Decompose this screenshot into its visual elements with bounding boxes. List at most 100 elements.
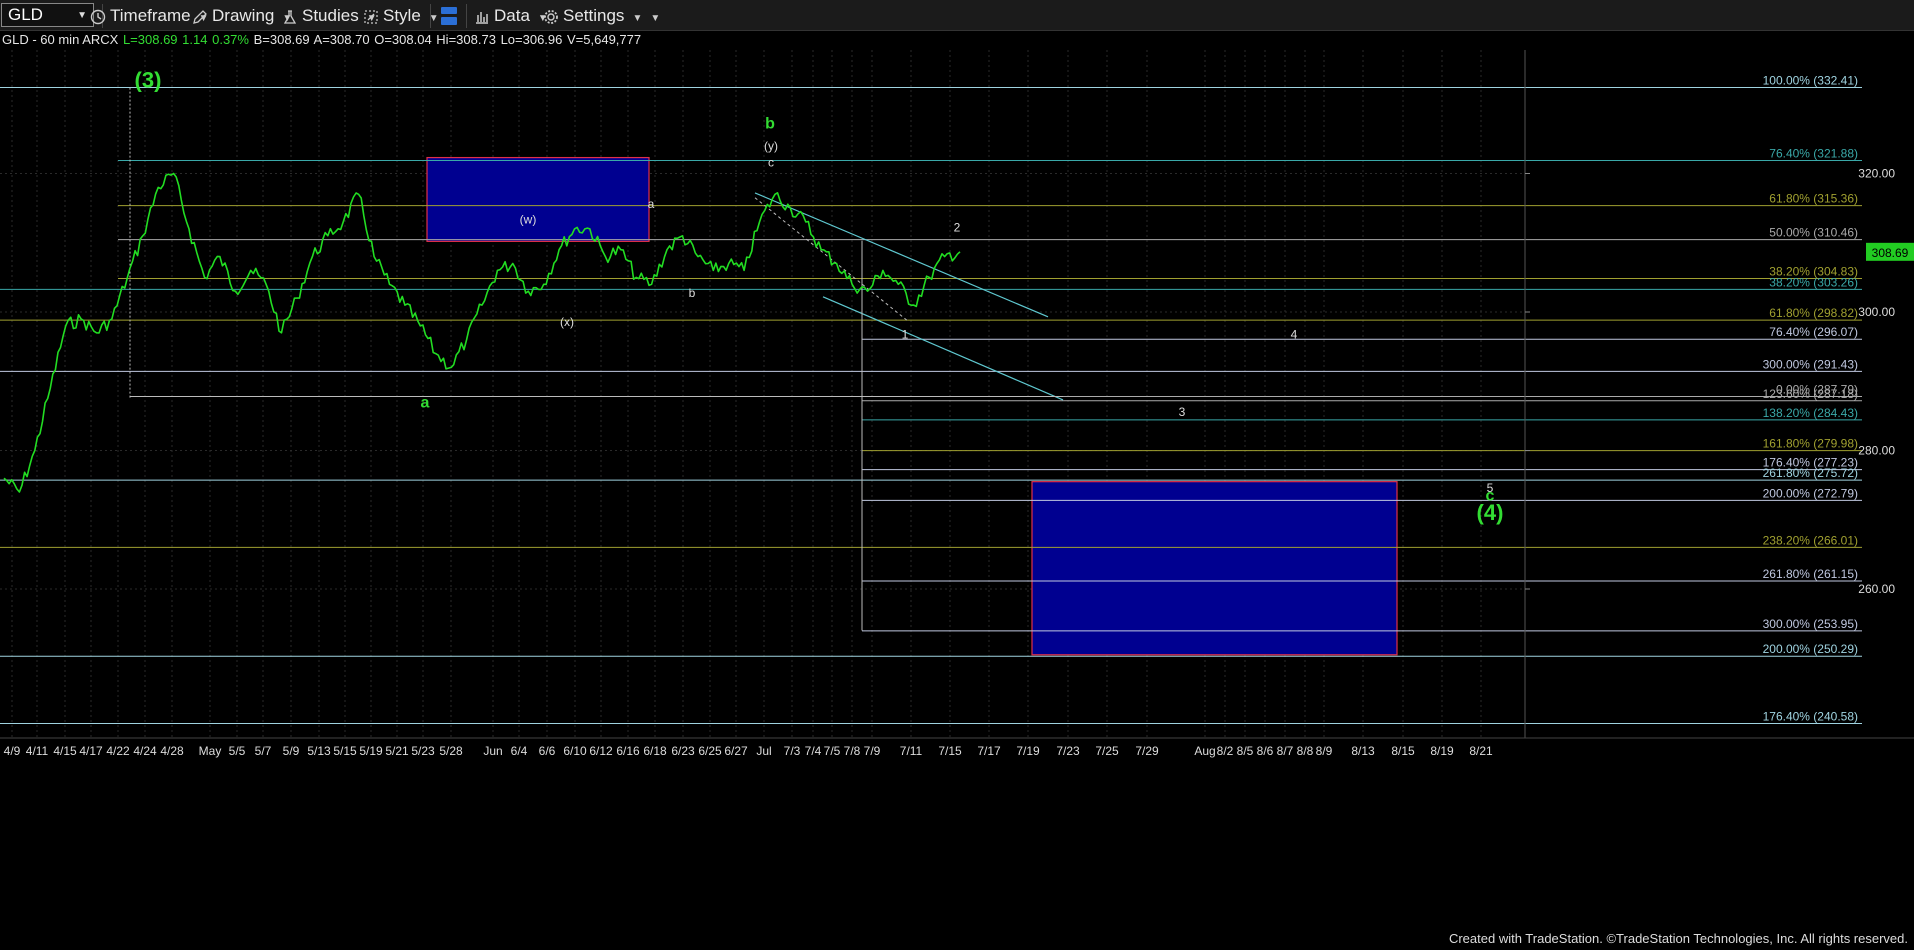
fib-level-label: 176.40% (240.58) [1763,709,1858,723]
x-tick-label: 5/23 [411,744,435,758]
bar-chart-icon [476,11,488,24]
wave-label: b [689,286,696,300]
wave-label: a [648,197,655,211]
x-tick-label: 8/8 [1297,744,1314,758]
open-price: O=308.04 [374,32,432,47]
fib-level-label: 61.80% (298.82) [1769,306,1858,320]
fib-level-label: 38.20% (303.26) [1769,275,1858,289]
y-tick-label: 300.00 [1858,305,1895,319]
volume: V=5,649,777 [567,32,642,47]
wave-label: (w) [520,212,537,226]
fib-level-label: 200.00% (272.79) [1763,486,1858,500]
x-tick-label: 7/25 [1095,744,1119,758]
x-tick-label: 7/15 [938,744,962,758]
y-tick-label: 260.00 [1858,582,1895,596]
wave-label: b [765,115,775,132]
symbol-text: GLD [8,5,43,24]
x-tick-label: 4/17 [79,744,103,758]
settings-label: Settings [563,6,625,25]
low-price: Lo=306.96 [500,32,563,47]
x-tick-label: 8/6 [1257,744,1274,758]
target-zone-box [1031,481,1398,656]
x-tick-label: 8/2 [1217,744,1234,758]
y-tick-label: 320.00 [1858,167,1895,181]
x-tick-label: 7/4 [805,744,822,758]
chevron-down-icon: ▼ [632,13,643,24]
x-tick-label: May [199,744,222,758]
toolbar-divider [466,4,467,28]
fib-level-label: 300.00% (291.43) [1763,357,1858,371]
wave-label: 3 [1179,405,1186,419]
toolbar: GLD ▼ Timeframe ▼ Drawing ▼ Studies ▼ Style… [0,0,1914,31]
studies-label: Studies [302,6,359,25]
bid-price: B=308.69 [253,32,310,47]
wave-label: (x) [560,315,574,329]
x-tick-label: 7/17 [977,744,1001,758]
x-tick-label: 7/29 [1135,744,1159,758]
x-axis: 4/9 4/11 4/15 4/17 4/22 4/24 4/28 May 5/5 5/7 5/9 5… [0,737,1914,758]
x-tick-label: 6/25 [698,744,722,758]
data-label: Data [494,6,530,25]
x-tick-label: 4/28 [160,744,184,758]
x-tick-label: 8/9 [1316,744,1333,758]
chevron-down-icon: ▼ [650,13,661,24]
x-tick-label: 6/23 [671,744,695,758]
fib-level-label: 261.80% (261.15) [1763,567,1858,581]
wave-label: c [768,156,774,170]
channel-upper-line [754,192,1049,318]
copyright-note: Created with TradeStation. ©TradeStation… [1448,931,1908,946]
x-tick-label: 7/3 [784,744,801,758]
fib-level-label: 238.20% (266.01) [1763,533,1858,547]
style-label: Style [383,6,421,25]
x-tick-label: 6/12 [589,744,613,758]
x-tick-label: 6/10 [563,744,587,758]
x-tick-label: 4/22 [106,744,130,758]
x-tick-label: 8/21 [1469,744,1493,758]
x-tick-label: 7/19 [1016,744,1040,758]
x-tick-label: 4/15 [53,744,77,758]
x-tick-label: 7/11 [900,744,923,758]
x-tick-label: 5/5 [229,744,246,758]
timeframe-button[interactable]: Timeframe ▼ [90,5,209,27]
x-tick-label: 5/7 [255,744,272,758]
x-tick-label: 6/4 [511,744,528,758]
target-zone-box [426,156,650,242]
drawing-label: Drawing [212,6,275,25]
last-price: L=308.69 [122,32,178,47]
wave-label: 2 [954,221,961,235]
timeframe-label: Timeframe [110,6,191,25]
net-change: 1.14 [182,32,208,47]
x-tick-label: 6/18 [643,744,667,758]
last-price-label: 308.69 [1872,246,1909,260]
settings-button[interactable]: Settings ▼ ▼ [543,5,660,27]
x-tick-label: 4/24 [133,744,157,758]
fib-level-label: 61.80% (315.36) [1769,192,1858,206]
fib-level-label: 123.60% (287.18) [1763,387,1858,401]
x-tick-label: Jun [483,744,502,758]
drawing-button[interactable]: Drawing ▼ [192,5,292,27]
fib-levels: 100.00% (332.41) 76.40% (321.88) 61.80% (3… [0,74,1862,724]
flask-icon [283,9,297,24]
x-tick-label: 5/15 [333,744,357,758]
x-tick-label: 6/27 [724,744,748,758]
price-chart[interactable]: 100.00% (332.41) 76.40% (321.88) 61.80% (3… [0,50,1914,920]
symbol-selector[interactable]: GLD ▼ [1,3,94,27]
y-tick-label: 280.00 [1858,444,1895,458]
wave-label: 1 [902,327,909,341]
layout-icon [441,7,457,25]
fib-level-label: 100.00% (332.41) [1763,74,1858,88]
ask-price: A=308.70 [313,32,370,47]
style-button[interactable]: Style ▼ [363,5,439,27]
clock-icon [90,9,106,24]
x-tick-label: 7/8 [844,744,861,758]
x-tick-label: 5/9 [283,744,300,758]
x-tick-label: 6/16 [616,744,640,758]
fib-level-label: 76.40% (321.88) [1769,146,1858,160]
data-button[interactable]: Data ▼ [474,5,548,27]
layout-button[interactable] [439,5,459,27]
high-price: Hi=308.73 [436,32,496,47]
style-icon [364,9,378,24]
x-tick-label: 6/6 [539,744,556,758]
fib-level-label: 138.20% (284.43) [1763,406,1858,420]
fib-level-label: 161.80% (279.98) [1763,437,1858,451]
